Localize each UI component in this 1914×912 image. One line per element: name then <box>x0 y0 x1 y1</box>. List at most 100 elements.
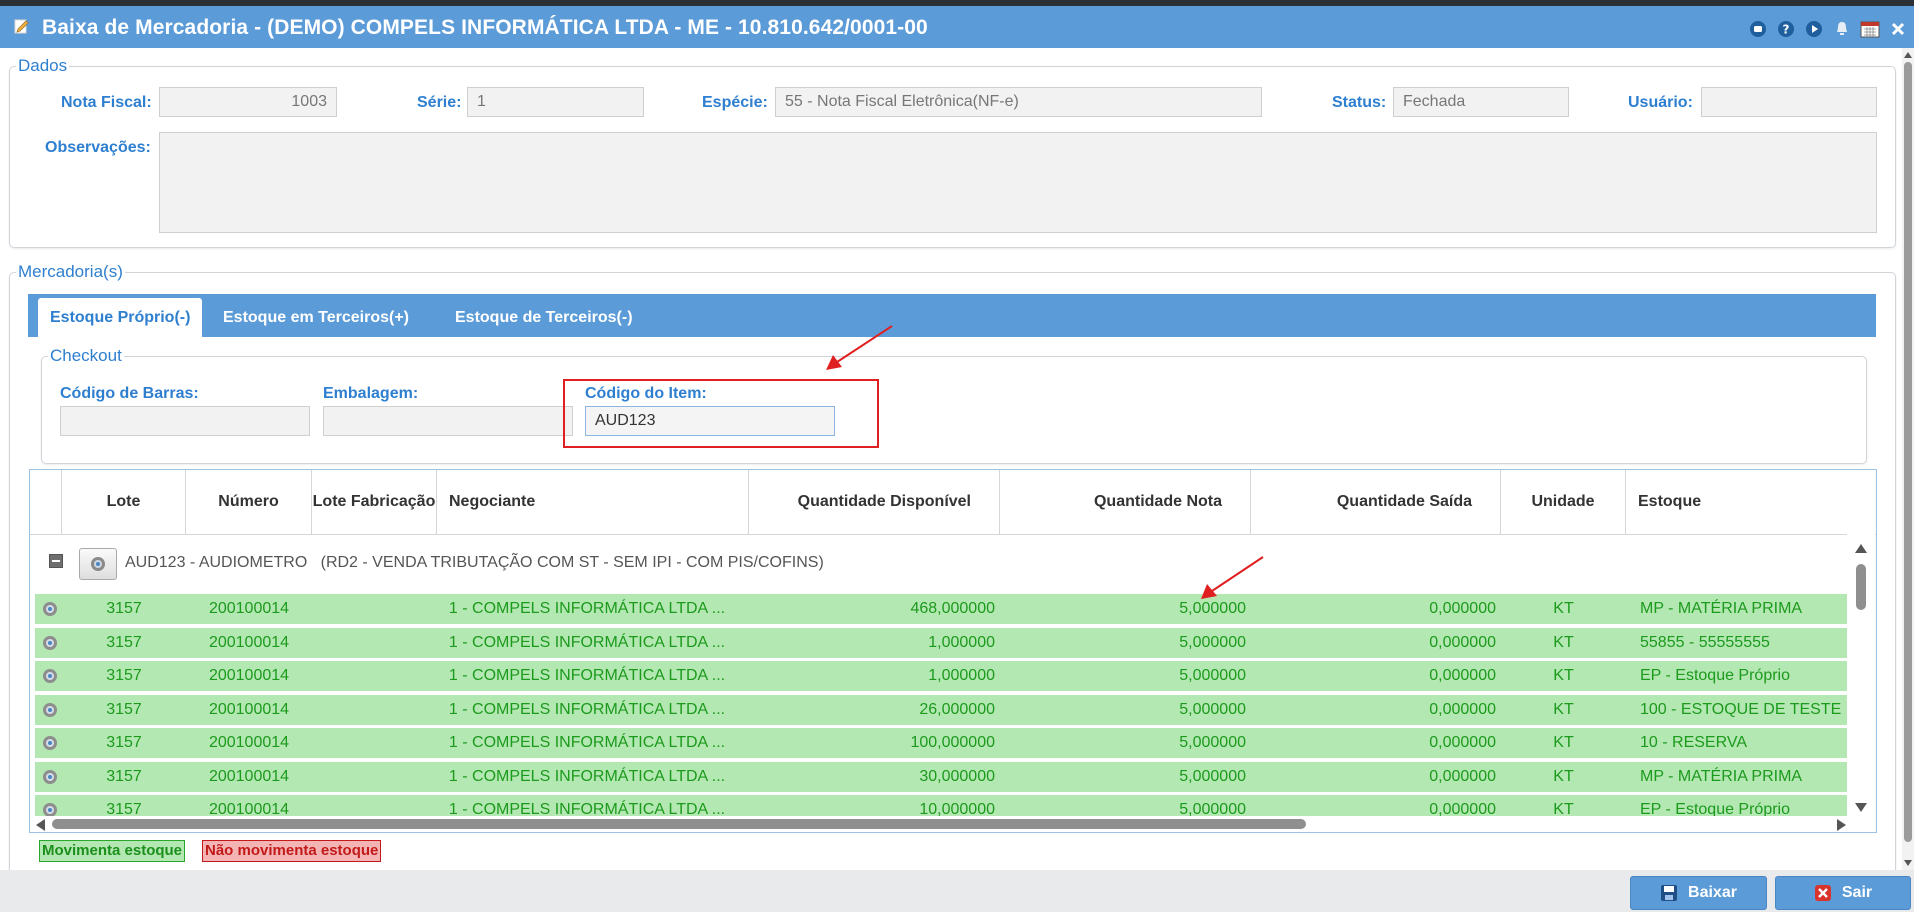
cell-numero: 200100014 <box>208 700 290 718</box>
cell-quantidade-saida: 0,000000 <box>1429 667 1496 684</box>
table-row[interactable]: 3157 200100014 1 - COMPELS INFORMÁTICA LTD… <box>35 627 1851 660</box>
observacoes-field[interactable] <box>159 132 1877 233</box>
tab-estoque-em-terceiros[interactable]: Estoque em Terceiros(+) <box>211 298 421 337</box>
cell-estoque: EP - Estoque Próprio <box>1640 667 1791 684</box>
titlebar-icons: ? <box>1747 18 1908 39</box>
cell-quantidade-saida: 0,000000 <box>1429 734 1496 751</box>
cell-estoque: 100 - ESTOQUE DE TESTE <box>1640 700 1842 718</box>
cell-quantidade-disponivel: 468,000000 <box>910 600 995 617</box>
cell-numero: 200100014 <box>208 767 290 785</box>
cell-lote-fabricacao <box>312 762 437 792</box>
baixar-button[interactable]: Baixar <box>1630 876 1767 910</box>
items-grid: Lote Número Lote Fabricação Negociante Q… <box>29 469 1877 833</box>
status-field[interactable]: Fechada <box>1393 87 1569 117</box>
svg-text:?: ? <box>1782 22 1789 36</box>
checkout-section: Checkout <box>41 346 1867 464</box>
cell-lote-fabricacao <box>312 628 437 658</box>
codigo-barras-field[interactable] <box>60 406 310 436</box>
cell-unidade: KT <box>1553 767 1574 785</box>
sair-label: Sair <box>1841 884 1873 901</box>
footer-bar <box>0 870 1914 912</box>
header-negociante[interactable]: Negociante <box>437 470 749 534</box>
usuario-field[interactable] <box>1701 87 1877 117</box>
cell-estoque: 10 - RESERVA <box>1640 734 1748 751</box>
collapse-toggle[interactable] <box>49 554 63 568</box>
header-quantidade-nota[interactable]: Quantidade Nota <box>1000 470 1251 534</box>
gear-icon[interactable] <box>42 635 58 651</box>
chat-icon[interactable] <box>1747 18 1768 39</box>
cell-quantidade-nota: 5,000000 <box>1179 600 1246 617</box>
checkout-legend: Checkout <box>50 346 122 365</box>
gear-icon[interactable] <box>42 735 58 751</box>
tab-bar: Estoque Próprio(-) Estoque em Terceiros(… <box>28 294 1876 337</box>
cell-lote: 3157 <box>106 600 142 617</box>
table-row[interactable]: 3157 200100014 1 - COMPELS INFORMÁTICA LTD… <box>35 661 1851 693</box>
cell-unidade: KT <box>1553 600 1574 617</box>
embalagem-field[interactable] <box>323 406 573 436</box>
header-unidade[interactable]: Unidade <box>1501 470 1626 534</box>
cell-negociante: 1 - COMPELS INFORMÁTICA LTDA ... <box>448 700 726 718</box>
group-row: AUD123 - AUDIOMETRO (RD2 - VENDA TRIBUTA… <box>30 534 1846 594</box>
table-row[interactable]: 3157 200100014 1 - COMPELS INFORMÁTICA LTD… <box>35 761 1851 794</box>
cell-quantidade-disponivel: 100,000000 <box>910 734 995 751</box>
calendar-icon[interactable] <box>1859 18 1880 39</box>
mercadorias-legend: Mercadoria(s) <box>18 262 123 281</box>
table-row[interactable]: 3157 200100014 1 - COMPELS INFORMÁTICA LTD… <box>35 728 1851 760</box>
tab-estoque-de-terceiros[interactable]: Estoque de Terceiros(-) <box>443 298 645 337</box>
grid-vertical-scrollbar[interactable] <box>1847 534 1875 816</box>
group-action-button[interactable] <box>79 548 117 580</box>
baixar-label: Baixar <box>1688 884 1737 901</box>
nota-fiscal-field[interactable]: 1003 <box>159 87 337 117</box>
header-lote-fabricacao[interactable]: Lote Fabricação <box>312 470 437 534</box>
bell-icon[interactable] <box>1831 18 1852 39</box>
legend-nao-movimenta-estoque: Não movimenta estoque <box>202 840 382 862</box>
cell-quantidade-disponivel: 1,000000 <box>928 667 995 684</box>
cell-negociante: 1 - COMPELS INFORMÁTICA LTDA ... <box>448 600 726 617</box>
cell-unidade: KT <box>1553 633 1574 651</box>
cell-quantidade-saida: 0,000000 <box>1429 633 1496 651</box>
sair-button[interactable]: Sair <box>1775 876 1911 910</box>
table-row[interactable]: 3157 200100014 1 - COMPELS INFORMÁTICA LTD… <box>35 694 1851 727</box>
window-title: Baixa de Mercadoria - (DEMO) COMPELS INF… <box>42 16 928 39</box>
cell-estoque: MP - MATÉRIA PRIMA <box>1640 600 1803 617</box>
cell-unidade: KT <box>1553 667 1574 684</box>
usuario-label: Usuário: <box>1628 94 1693 111</box>
gear-icon[interactable] <box>42 668 58 684</box>
embalagem-label: Embalagem: <box>323 385 419 402</box>
header-numero[interactable]: Número <box>186 470 312 534</box>
gear-icon[interactable] <box>42 769 58 785</box>
status-label: Status: <box>1332 94 1387 111</box>
cell-lote: 3157 <box>106 734 142 751</box>
cell-quantidade-disponivel: 26,000000 <box>919 700 995 718</box>
save-icon <box>1661 885 1678 901</box>
codigo-barras-label: Código de Barras: <box>60 385 199 402</box>
window-vertical-scrollbar[interactable] <box>1902 48 1914 870</box>
close-icon[interactable] <box>1887 18 1908 39</box>
grid-horizontal-scrollbar[interactable] <box>30 816 1876 832</box>
cell-unidade: KT <box>1553 700 1574 718</box>
group-label: AUD123 - AUDIOMETRO (RD2 - VENDA TRIBUTA… <box>125 554 824 572</box>
grid-header: Lote Número Lote Fabricação Negociante Q… <box>30 470 1876 535</box>
cell-lote: 3157 <box>106 667 142 684</box>
cell-quantidade-disponivel: 30,000000 <box>919 767 995 785</box>
header-estoque[interactable]: Estoque <box>1626 470 1876 534</box>
header-quantidade-disponivel[interactable]: Quantidade Disponível <box>749 470 1000 534</box>
cell-quantidade-nota: 5,000000 <box>1179 767 1246 785</box>
header-lote[interactable]: Lote <box>62 470 186 534</box>
especie-field[interactable]: 55 - Nota Fiscal Eletrônica(NF-e) <box>775 87 1262 117</box>
group-item: AUD123 - AUDIOMETRO <box>125 554 308 571</box>
header-quantidade-saida[interactable]: Quantidade Saída <box>1251 470 1501 534</box>
gear-icon[interactable] <box>42 601 58 617</box>
help-icon[interactable]: ? <box>1775 18 1796 39</box>
cell-unidade: KT <box>1553 734 1574 751</box>
table-row[interactable]: 3157 200100014 1 - COMPELS INFORMÁTICA LTD… <box>35 594 1851 626</box>
legend-movimenta-estoque: Movimenta estoque <box>39 840 186 862</box>
cell-quantidade-nota: 5,000000 <box>1179 667 1246 684</box>
tab-estoque-proprio[interactable]: Estoque Próprio(-) <box>38 298 203 337</box>
serie-field[interactable]: 1 <box>467 87 644 117</box>
gear-icon[interactable] <box>42 702 58 718</box>
cell-negociante: 1 - COMPELS INFORMÁTICA LTDA ... <box>448 767 726 785</box>
play-icon[interactable] <box>1803 18 1824 39</box>
cell-lote: 3157 <box>106 633 142 651</box>
cell-quantidade-nota: 5,000000 <box>1179 734 1246 751</box>
